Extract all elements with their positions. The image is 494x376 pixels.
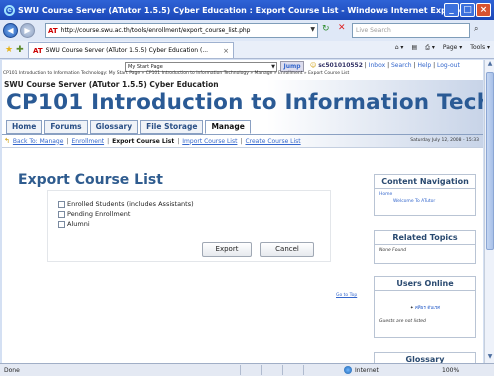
go-to-top-link[interactable]: Go to Top — [336, 293, 357, 298]
user-bullet-icon: ✦ — [409, 306, 414, 311]
create-course-list-link[interactable]: Create Course List — [245, 138, 300, 145]
home-link[interactable]: Home — [379, 192, 471, 197]
tools-menu-button[interactable]: Tools ▾ — [470, 44, 490, 52]
window-title: SWU Course Server (ATutor 1.5.5) Cyber E… — [18, 5, 469, 15]
back-arrow-icon: ↰ — [4, 137, 10, 145]
close-button[interactable]: × — [476, 3, 491, 17]
checkbox[interactable] — [58, 220, 65, 228]
users-online-box: Users Online ✦ ศศิธร ตันเรศ Guests are n… — [374, 276, 476, 338]
vertical-scrollbar[interactable]: ▲ ▼ — [484, 60, 494, 363]
security-zone: Internet — [344, 366, 379, 374]
command-bar: ⌂ ▾ ▤ ⎙ ▾ Page ▾ Tools ▾ — [395, 44, 490, 52]
zoom-level[interactable]: 100% — [442, 367, 459, 374]
logout-link[interactable]: Log-out — [437, 62, 460, 69]
address-field[interactable]: AT http://course.swu.ac.th/tools/enrollm… — [45, 23, 318, 38]
related-none: None Found — [379, 248, 407, 253]
browser-window: e SWU Course Server (ATutor 1.5.5) Cyber… — [0, 0, 494, 376]
checkbox[interactable] — [58, 200, 65, 208]
tab-manage[interactable]: Manage — [205, 120, 251, 134]
sub-navigation: ↰ Back To: Manage | Enrollment | Export … — [2, 134, 483, 148]
back-to-manage-link[interactable]: Back To: Manage — [13, 138, 64, 145]
top-bar: My Start Page ▼ Jump ☺ sc501010552 | Inb… — [2, 60, 483, 78]
checkbox[interactable] — [58, 210, 65, 218]
option-label: Pending Enrollment — [67, 210, 131, 218]
import-course-list-link[interactable]: Import Course List — [182, 138, 237, 145]
option-enrolled[interactable]: Enrolled Students (includes Assistants) — [58, 200, 194, 208]
export-form: Enrolled Students (includes Assistants) … — [47, 190, 331, 262]
browser-tab[interactable]: AT SWU Course Server (ATutor 1.5.5) Cybe… — [28, 42, 234, 58]
inbox-link[interactable]: Inbox — [369, 62, 385, 69]
related-topics-box: Related Topics None Found — [374, 230, 476, 264]
tab-glossary[interactable]: Glossary — [89, 120, 139, 134]
title-bar: e SWU Course Server (ATutor 1.5.5) Cyber… — [0, 0, 494, 20]
status-bar: Done Internet 100% — [0, 363, 494, 376]
print-button[interactable]: ⎙ ▾ — [425, 44, 435, 52]
refresh-icon[interactable]: ↻ — [322, 24, 330, 34]
glossary-box: Glossary — [374, 352, 476, 363]
tab-bar: ★ ✚ AT SWU Course Server (ATutor 1.5.5) … — [0, 41, 494, 59]
username: sc501010552 — [318, 62, 363, 69]
page-title: Export Course List — [18, 172, 163, 188]
site-icon: AT — [33, 46, 43, 55]
site-icon: AT — [48, 26, 58, 35]
url-text: http://course.swu.ac.th/tools/enrollment… — [60, 27, 251, 34]
scroll-down-arrow[interactable]: ▼ — [485, 353, 494, 363]
help-link[interactable]: Help — [417, 62, 431, 69]
favorites-star-icon[interactable]: ★ — [5, 45, 13, 55]
home-button[interactable]: ⌂ ▾ — [395, 44, 404, 52]
tab-forums[interactable]: Forums — [44, 120, 88, 134]
globe-icon — [344, 366, 352, 374]
related-topics-title: Related Topics — [375, 231, 475, 245]
glossary-title: Glossary — [375, 353, 475, 363]
jump-select-value: My Start Page — [128, 64, 163, 70]
address-toolbar: ◀ ▶ AT http://course.swu.ac.th/tools/enr… — [0, 20, 494, 41]
page-menu-button[interactable]: Page ▾ — [443, 44, 462, 52]
tab-home[interactable]: Home — [6, 120, 43, 134]
scroll-up-arrow[interactable]: ▲ — [485, 60, 494, 70]
course-nav-tabs: Home Forums Glossary File Storage Manage — [6, 120, 251, 134]
guests-note: Guests are not listed — [379, 319, 426, 324]
chevron-down-icon[interactable]: ▼ — [310, 26, 315, 33]
ie-icon: e — [4, 4, 15, 16]
zone-label: Internet — [355, 366, 379, 374]
welcome-link[interactable]: Welcome To ATutor — [379, 199, 471, 204]
maximize-button[interactable]: □ — [460, 3, 475, 17]
option-alumni[interactable]: Alumni — [58, 220, 90, 228]
minimize-button[interactable]: _ — [444, 3, 459, 17]
option-label: Alumni — [67, 220, 90, 228]
back-button[interactable]: ◀ — [3, 23, 18, 38]
user-icon: ☺ — [310, 62, 317, 69]
content-navigation-box: Content Navigation Home Welcome To ATuto… — [374, 174, 476, 216]
users-online-title: Users Online — [375, 277, 475, 291]
cancel-button[interactable]: Cancel — [260, 242, 314, 257]
search-icon[interactable]: ⌕ — [474, 24, 478, 34]
tab-file-storage[interactable]: File Storage — [140, 120, 204, 134]
content-navigation-title: Content Navigation — [375, 175, 475, 189]
feeds-button[interactable]: ▤ — [411, 44, 417, 52]
export-button[interactable]: Export — [202, 242, 252, 257]
scroll-thumb[interactable] — [486, 72, 494, 250]
site-header: SWU Course Server (ATutor 1.5.5) Cyber E… — [2, 80, 483, 148]
status-text: Done — [4, 366, 20, 374]
enrollment-link[interactable]: Enrollment — [71, 138, 104, 145]
option-pending[interactable]: Pending Enrollment — [58, 210, 130, 218]
option-label: Enrolled Students (includes Assistants) — [67, 200, 194, 208]
tab-label: SWU Course Server (ATutor 1.5.5) Cyber E… — [45, 47, 209, 54]
chevron-down-icon: ▼ — [271, 64, 275, 70]
date-stamp: Saturday July 12, 2008 - 15:33 — [410, 138, 479, 143]
search-link[interactable]: Search — [391, 62, 412, 69]
user-links: ☺ sc501010552 | Inbox | Search | Help | … — [310, 62, 460, 69]
course-title: CP101 Introduction to Information Techno… — [6, 90, 483, 115]
stop-icon[interactable]: ✕ — [338, 23, 346, 33]
search-input[interactable]: Live Search — [352, 23, 470, 38]
online-user[interactable]: ศศิธร ตันเรศ — [415, 306, 440, 311]
breadcrumb[interactable]: CP101 Introduction to Information Techno… — [3, 71, 349, 76]
server-name: SWU Course Server (ATutor 1.5.5) Cyber E… — [4, 80, 219, 89]
forward-button[interactable]: ▶ — [20, 23, 35, 38]
add-favorites-icon[interactable]: ✚ — [16, 45, 24, 55]
close-tab-icon[interactable]: × — [223, 47, 229, 55]
current-page-label: Export Course List — [112, 137, 175, 145]
page-content: My Start Page ▼ Jump ☺ sc501010552 | Inb… — [2, 60, 483, 363]
